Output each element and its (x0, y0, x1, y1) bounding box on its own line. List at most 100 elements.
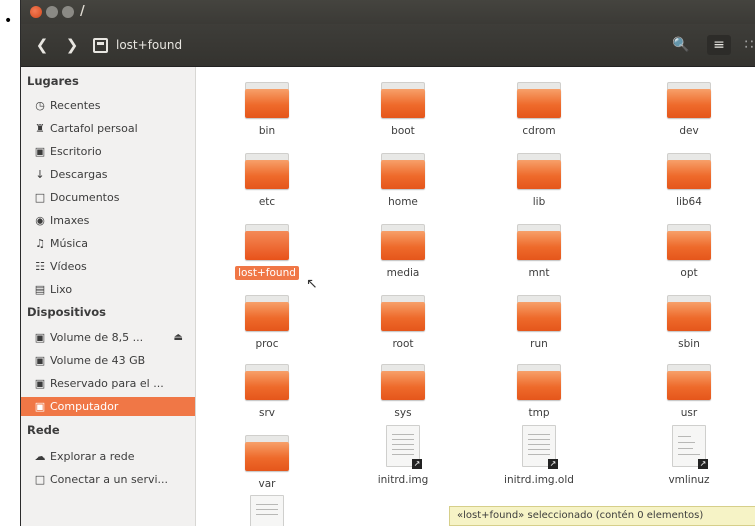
search-button[interactable]: 🔍 (669, 35, 693, 55)
file-label: root (392, 338, 414, 350)
maximize-window-button[interactable] (62, 6, 74, 18)
file-item-cdrom[interactable]: cdrom (484, 82, 594, 138)
sidebar-item-lixo[interactable]: ▤ Lixo (21, 280, 195, 299)
folder-icon (667, 295, 711, 331)
folder-icon (245, 435, 289, 471)
sidebar-item-escritorio[interactable]: ▣ Escritorio (21, 142, 195, 161)
sidebar-item-imaxes[interactable]: ◉ Imaxes (21, 211, 195, 230)
file-item-media[interactable]: media (348, 224, 458, 280)
sidebar-item-musica[interactable]: ♫ Música (21, 234, 195, 253)
folder-icon (517, 153, 561, 189)
file-item-lib[interactable]: lib (484, 153, 594, 209)
drive-icon: ▣ (34, 331, 46, 344)
sidebar-item-computador[interactable]: ▣ Computador (21, 397, 195, 416)
sidebar-item-videos[interactable]: ☷ Vídeos (21, 257, 195, 276)
file-item-var[interactable]: var (212, 435, 322, 491)
camera-icon: ◉ (35, 214, 45, 227)
sidebar-item-descargas[interactable]: ↓ Descargas (21, 165, 195, 184)
sidebar-item-cartafol-persoal[interactable]: ♜ Cartafol persoal (21, 119, 195, 138)
sidebar-item-recentes[interactable]: ◷ Recentes (21, 96, 195, 115)
drive-icon: ▣ (34, 400, 46, 413)
breadcrumb-current[interactable]: lost+found (116, 38, 182, 52)
minimize-window-button[interactable] (46, 6, 58, 18)
file-label: proc (255, 338, 279, 350)
bullet-marker: • (4, 13, 13, 29)
folder-icon (245, 364, 289, 400)
file-label: lost+found (235, 266, 299, 280)
folder-icon (245, 295, 289, 331)
file-item-lib64[interactable]: lib64 (634, 153, 744, 209)
folder-icon (381, 295, 425, 331)
file-item-opt[interactable]: opt (634, 224, 744, 280)
sidebar-item-label: Recentes (50, 99, 101, 112)
folder-icon (245, 153, 289, 189)
sidebar-item-volume-8-5[interactable]: ▣ Volume de 8,5 ... ⏏ (21, 328, 195, 347)
sidebar-item-label: Descargas (50, 168, 108, 181)
drive-icon (93, 37, 108, 53)
file-item-usr[interactable]: usr (634, 364, 744, 420)
eject-icon[interactable]: ⏏ (174, 328, 183, 347)
file-item-etc[interactable]: etc (212, 153, 322, 209)
sidebar-item-label: Explorar a rede (50, 450, 135, 463)
folder-icon (381, 153, 425, 189)
back-button[interactable]: ❮ (29, 35, 55, 55)
network-icon: ☁ (34, 450, 46, 463)
file-item-sbin[interactable]: sbin (634, 295, 744, 351)
folder-icon (245, 82, 289, 118)
sidebar-item-label: Cartafol persoal (50, 122, 138, 135)
sidebar-item-label: Imaxes (50, 214, 90, 227)
folder-icon (381, 224, 425, 260)
file-item-home[interactable]: home (348, 153, 458, 209)
folder-icon (517, 82, 561, 118)
file-item-srv[interactable]: srv (212, 364, 322, 420)
file-label: cdrom (522, 125, 556, 137)
server-icon: □ (34, 473, 46, 486)
file-item-initrd-img[interactable]: ↗ initrd.img (348, 425, 458, 487)
file-item-tmp[interactable]: tmp (484, 364, 594, 420)
sidebar: Lugares ◷ Recentes ♜ Cartafol persoal ▣ Esc… (21, 67, 196, 526)
sidebar-item-documentos[interactable]: □ Documentos (21, 188, 195, 207)
sidebar-item-explorar-rede[interactable]: ☁ Explorar a rede (21, 447, 195, 466)
file-label: sys (394, 407, 412, 419)
sidebar-item-label: Computador (50, 400, 119, 413)
sidebar-item-volume-43gb[interactable]: ▣ Volume de 43 GB (21, 351, 195, 370)
file-item-run[interactable]: run (484, 295, 594, 351)
sidebar-item-conectar-servidor[interactable]: □ Conectar a un servi... (21, 470, 195, 489)
file-item-vmlinuz[interactable]: ↗ vmlinuz (634, 425, 744, 487)
file-item-partial[interactable] (212, 495, 322, 526)
document-icon: □ (34, 191, 46, 204)
file-label: initrd.img.old (504, 474, 574, 486)
file-label: home (388, 196, 418, 208)
file-label: var (258, 478, 276, 490)
file-item-bin[interactable]: bin (212, 82, 322, 138)
file-label: bin (258, 125, 276, 137)
status-bar: «lost+found» seleccionado (contén 0 elem… (449, 506, 755, 526)
file-item-dev[interactable]: dev (634, 82, 744, 138)
file-label: initrd.img (377, 474, 429, 486)
sidebar-item-label: Música (50, 237, 89, 250)
file-item-lost-found[interactable]: lost+found (212, 224, 322, 280)
title-bar: / (21, 0, 755, 24)
breadcrumb[interactable]: lost+found (93, 33, 182, 57)
close-window-button[interactable] (30, 6, 42, 18)
file-label: opt (680, 267, 698, 279)
file-item-initrd-img-old[interactable]: ↗ initrd.img.old (484, 425, 594, 487)
drive-icon: ▣ (34, 377, 46, 390)
folder-icon (517, 224, 561, 260)
file-label: srv (258, 407, 275, 419)
folder-icon (381, 82, 425, 118)
grid-icon: ∷ (744, 37, 754, 53)
file-item-mnt[interactable]: mnt (484, 224, 594, 280)
sidebar-item-reservado[interactable]: ▣ Reservado para el ... (21, 374, 195, 393)
file-item-boot[interactable]: boot (348, 82, 458, 138)
folder-icon (517, 295, 561, 331)
folder-icon (517, 364, 561, 400)
forward-button[interactable]: ❯ (59, 35, 85, 55)
grid-view-button[interactable]: ∷ (737, 35, 755, 55)
menu-icon: ≡ (713, 37, 725, 53)
file-item-root[interactable]: root (348, 295, 458, 351)
list-view-button[interactable]: ≡ (707, 35, 731, 55)
file-item-sys[interactable]: sys (348, 364, 458, 420)
file-item-proc[interactable]: proc (212, 295, 322, 351)
folder-icon (381, 364, 425, 400)
